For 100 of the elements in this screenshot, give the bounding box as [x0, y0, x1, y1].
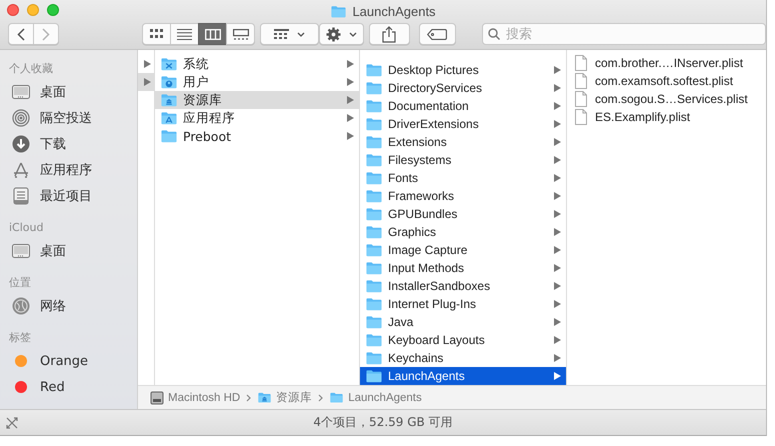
zoom-button[interactable]: [47, 4, 59, 16]
chevron-right-icon: [42, 28, 50, 40]
disclosure-arrow-icon: [347, 78, 354, 86]
applications-icon: [12, 161, 30, 179]
folder-row[interactable]: Graphics: [360, 223, 566, 241]
folder-row[interactable]: 资源库: [155, 91, 359, 109]
list-icon: [177, 28, 192, 40]
folder-row[interactable]: DirectoryServices: [360, 79, 566, 97]
sidebar-item[interactable]: 桌面: [0, 79, 137, 105]
folder-icon: [365, 152, 383, 168]
system-folder-icon: [160, 56, 178, 72]
path-item[interactable]: LaunchAgents: [329, 391, 422, 404]
sidebar-item[interactable]: 网络: [0, 293, 137, 319]
path-item[interactable]: 资源库: [257, 390, 312, 405]
file-row[interactable]: com.examsoft.softest.plist: [567, 72, 766, 90]
disclosure-arrow-icon: [347, 114, 354, 122]
disclosure-arrow-icon: [554, 354, 561, 362]
sidebar-item[interactable]: Orange: [0, 348, 137, 374]
folder-icon: [365, 242, 383, 258]
file-row[interactable]: com.sogou.S…Services.plist: [567, 90, 766, 108]
folder-row[interactable]: Image Capture: [360, 241, 566, 259]
disclosure-arrow-icon: [554, 174, 561, 182]
status-text: 4个项目，52.59 GB 可用: [312, 414, 454, 431]
recents-icon: [13, 187, 29, 205]
document-icon: [575, 55, 587, 71]
sidebar-item[interactable]: 最近项目: [0, 183, 137, 209]
gallery-icon: [232, 28, 248, 40]
path-item[interactable]: Macintosh HD: [150, 390, 240, 404]
folder-row[interactable]: DriverExtensions: [360, 115, 566, 133]
folder-row[interactable]: 用户: [155, 73, 359, 91]
folder-row[interactable]: Input Methods: [360, 259, 566, 277]
folder-icon: [365, 134, 383, 150]
folder-icon: [365, 98, 383, 114]
folder-icon: [365, 188, 383, 204]
sidebar-item[interactable]: 下载: [0, 131, 137, 157]
file-row[interactable]: ES.Examplify.plist: [567, 108, 766, 126]
sidebar-item[interactable]: 桌面: [0, 238, 137, 264]
disclosure-arrow-icon: [554, 66, 561, 74]
folder-row[interactable]: Internet Plug-Ins: [360, 295, 566, 313]
path-toggle-icon[interactable]: [6, 416, 18, 428]
folder-icon: [330, 4, 348, 18]
document-icon: [575, 109, 587, 125]
folder-row[interactable]: Fonts: [360, 169, 566, 187]
sidebar-item[interactable]: 应用程序: [0, 157, 137, 183]
folder-row[interactable]: 应用程序: [155, 109, 359, 127]
disclosure-arrow-icon: [554, 138, 561, 146]
sidebar-item[interactable]: Red: [0, 374, 137, 400]
view-mode-button[interactable]: [198, 23, 227, 45]
folder-icon: [365, 350, 383, 366]
folder-icon: [365, 260, 383, 276]
folder-icon: [365, 170, 383, 186]
folder-row[interactable]: Java: [360, 313, 566, 331]
folder-row[interactable]: Frameworks: [360, 187, 566, 205]
columns-icon: [204, 28, 220, 40]
folder-row[interactable]: InstallerSandboxes: [360, 277, 566, 295]
folder-row[interactable]: GPUBundles: [360, 205, 566, 223]
document-icon: [575, 91, 587, 107]
sidebar-item[interactable]: 隔空投送: [0, 105, 137, 131]
grid-icon: [274, 28, 289, 40]
disclosure-arrow-icon: [554, 84, 561, 92]
share-button[interactable]: [368, 23, 410, 45]
chevron-right-icon: [246, 394, 252, 402]
folder-row[interactable]: Desktop Pictures: [360, 61, 566, 79]
folder-row[interactable]: Preboot: [155, 127, 359, 145]
folder-icon: [365, 206, 383, 222]
close-button[interactable]: [7, 4, 19, 16]
sidebar-heading: 个人收藏: [8, 61, 54, 77]
library-folder-icon: [257, 391, 272, 404]
folder-row[interactable]: LaunchAgents: [360, 367, 566, 385]
library-folder-icon: [160, 92, 178, 108]
folder-row[interactable]: 系统: [155, 55, 359, 73]
search-field[interactable]: 搜索: [482, 23, 766, 45]
action-button[interactable]: [318, 23, 364, 45]
disclosure-arrow-icon: [554, 102, 561, 110]
disclosure-arrow-icon: [554, 228, 561, 236]
tag-button[interactable]: [418, 23, 456, 45]
folder-row[interactable]: Documentation: [360, 97, 566, 115]
airdrop-icon: [12, 109, 30, 127]
back-button[interactable]: [8, 23, 34, 45]
document-icon: [575, 73, 587, 89]
disclosure-arrow-icon: [554, 282, 561, 290]
disclosure-arrow-icon: [347, 96, 354, 104]
folder-row[interactable]: Extensions: [360, 133, 566, 151]
disclosure-arrow-icon: [347, 132, 354, 140]
caret-icon: [348, 32, 357, 36]
applications-folder-icon: [160, 110, 178, 126]
globe-icon: [12, 297, 30, 315]
disclosure-arrow-icon: [554, 372, 561, 380]
folder-row[interactable]: Filesystems: [360, 151, 566, 169]
share-icon: [382, 26, 396, 42]
folder-icon: [329, 391, 344, 404]
disclosure-arrow-icon: [144, 60, 151, 68]
column-row[interactable]: [138, 73, 154, 91]
group-button[interactable]: [260, 23, 319, 45]
file-row[interactable]: com.brother.…INserver.plist: [567, 54, 766, 72]
folder-row[interactable]: Keyboard Layouts: [360, 331, 566, 349]
folder-icon: [365, 368, 383, 384]
folder-icon: [365, 314, 383, 330]
folder-icon: [365, 332, 383, 348]
folder-row[interactable]: Keychains: [360, 349, 566, 367]
